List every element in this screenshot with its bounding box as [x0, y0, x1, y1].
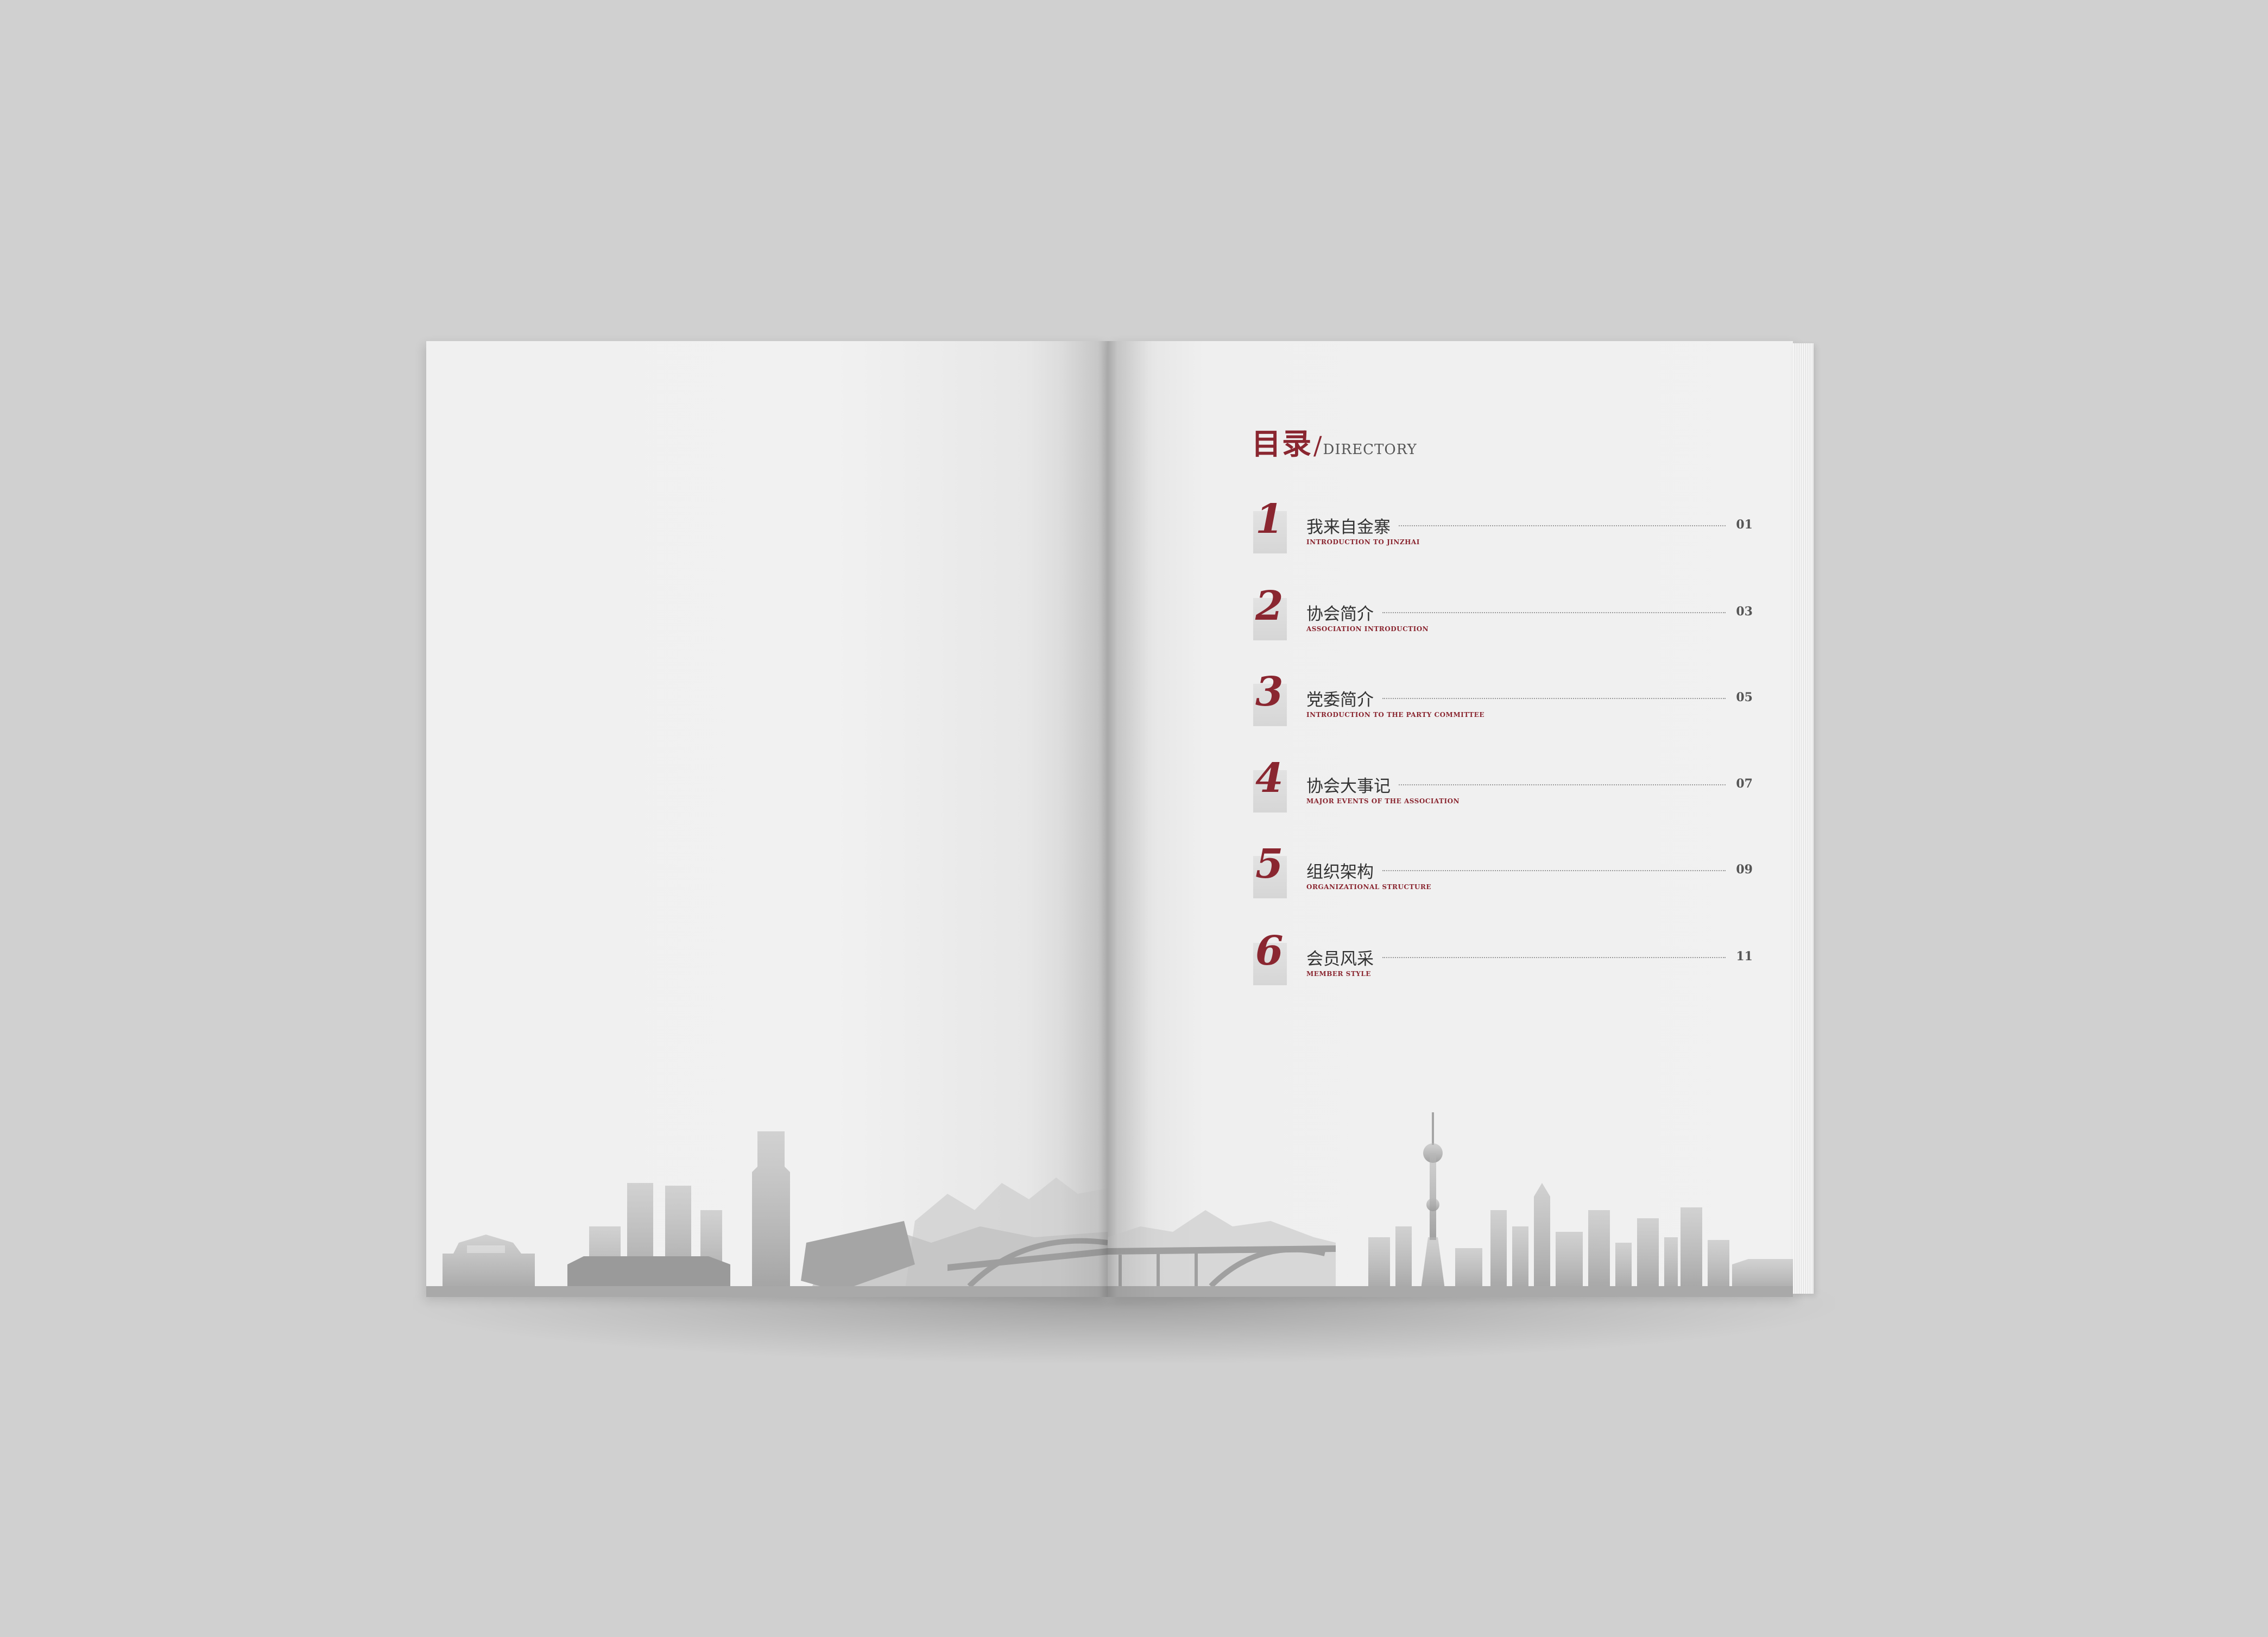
left-skyline-illustration [426, 1131, 1108, 1297]
toc-item-number: 6 [1255, 928, 1284, 974]
brochure-scene: 目录/DIRECTORY 1 我来自金寨 INTRODUCTION TO JIN… [0, 0, 2268, 1637]
toc-subtitle: DIRECTORY [1323, 442, 1417, 458]
dotted-leader [1399, 784, 1726, 785]
toc-item[interactable]: 1 我来自金寨 INTRODUCTION TO JINZHAI 01 [1253, 499, 1753, 561]
right-skyline-illustration [1108, 1112, 1793, 1297]
toc-item-page: 05 [1736, 690, 1753, 704]
left-page [426, 341, 1108, 1297]
toc-item-subtitle: INTRODUCTION TO THE PARTY COMMITTEE [1306, 711, 1484, 719]
toc-item-subtitle: ORGANIZATIONAL STRUCTURE [1306, 883, 1431, 891]
toc-item-title: 协会大事记 [1306, 777, 1391, 796]
toc-item-title: 我来自金寨 [1306, 518, 1391, 537]
toc-item-title: 党委简介 [1306, 690, 1374, 710]
toc-item[interactable]: 4 协会大事记 MAJOR EVENTS OF THE ASSOCIATION … [1253, 758, 1753, 820]
book-spine-shadow [1059, 341, 1157, 1297]
toc-item-number: 5 [1255, 841, 1284, 887]
toc-item-page: 09 [1736, 862, 1753, 877]
toc-item[interactable]: 5 组织架构 ORGANIZATIONAL STRUCTURE 09 [1253, 844, 1753, 906]
page-stack-edges [1793, 343, 1814, 1294]
toc-item-number: 1 [1255, 496, 1284, 543]
toc-title: 目录 [1252, 426, 1312, 461]
toc-item-page: 11 [1736, 949, 1753, 964]
toc-item-title: 组织架构 [1306, 862, 1374, 882]
toc-item-title: 协会简介 [1306, 605, 1374, 624]
right-page: 目录/DIRECTORY 1 我来自金寨 INTRODUCTION TO JIN… [1108, 341, 1793, 1297]
toc-item-number: 3 [1255, 669, 1284, 715]
toc-item-subtitle: ASSOCIATION INTRODUCTION [1306, 625, 1429, 633]
toc-item-page: 07 [1736, 777, 1753, 791]
toc-item-title: 会员风采 [1306, 949, 1374, 969]
toc-slash: / [1313, 431, 1322, 460]
toc-item-subtitle: MEMBER STYLE [1306, 970, 1371, 978]
toc-item-subtitle: MAJOR EVENTS OF THE ASSOCIATION [1306, 797, 1460, 805]
toc-item-page: 03 [1736, 605, 1753, 619]
dotted-leader [1382, 957, 1726, 958]
toc-item[interactable]: 3 党委简介 INTRODUCTION TO THE PARTY COMMITT… [1253, 672, 1753, 734]
toc-item[interactable]: 6 会员风采 MEMBER STYLE 11 [1253, 931, 1753, 993]
dotted-leader [1399, 525, 1726, 526]
tower [752, 1131, 790, 1297]
tv-tower [1432, 1112, 1434, 1145]
toc-item-number: 2 [1255, 583, 1284, 629]
toc-item[interactable]: 2 协会简介 ASSOCIATION INTRODUCTION 03 [1253, 586, 1753, 648]
toc-item-number: 4 [1255, 755, 1284, 802]
dotted-leader [1382, 870, 1726, 871]
dotted-leader [1382, 698, 1726, 699]
toc-header: 目录/DIRECTORY [1252, 420, 1417, 463]
toc-item-page: 01 [1736, 518, 1753, 532]
dotted-leader [1382, 612, 1726, 613]
toc-item-subtitle: INTRODUCTION TO JINZHAI [1306, 538, 1420, 546]
